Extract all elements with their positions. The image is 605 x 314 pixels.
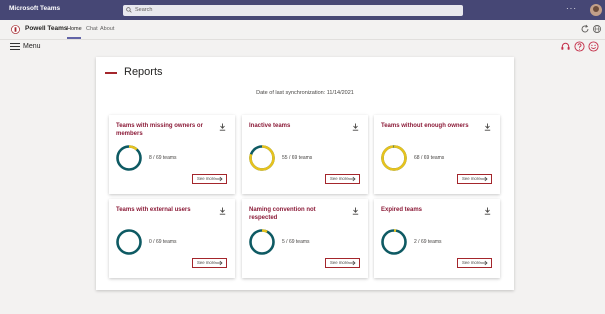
card-title: Teams with missing owners or members: [116, 123, 203, 137]
see-more-label: See more: [330, 176, 349, 181]
card-title: Inactive teams: [249, 123, 291, 129]
see-more-label: See more: [462, 260, 481, 265]
see-more-button[interactable]: See more: [457, 258, 492, 268]
see-more-button[interactable]: See more: [325, 174, 360, 184]
headset-support-icon[interactable]: [560, 41, 571, 52]
see-more-button[interactable]: See more: [457, 174, 492, 184]
powell-logo-icon: [11, 25, 20, 34]
page-title: Reports: [124, 66, 163, 78]
help-icon[interactable]: [574, 41, 585, 52]
team-count-text: 68 / 69 teams: [414, 155, 445, 161]
app-header: Powell Teams Home Chat About: [0, 20, 605, 40]
teams-title-bar: Microsoft Teams Search ···: [0, 0, 605, 20]
see-more-label: See more: [197, 176, 216, 181]
hamburger-menu-icon[interactable]: [10, 43, 20, 51]
team-count-text: 55 / 69 teams: [282, 155, 313, 161]
report-card-naming-convention: Naming convention not respected 5 / 69 te…: [242, 199, 368, 278]
see-more-label: See more: [197, 260, 216, 265]
tab-home[interactable]: Home: [67, 26, 82, 32]
refresh-icon[interactable]: [580, 24, 590, 34]
arrow-right-icon: [480, 176, 488, 182]
more-options-icon[interactable]: ···: [566, 4, 577, 13]
sync-date-text: Date of last synchronization: 11/14/2021: [256, 90, 354, 96]
arrow-right-icon: [480, 260, 488, 266]
see-more-button[interactable]: See more: [325, 258, 360, 268]
report-card-not-enough-owners: Teams without enough owners 68 / 69 teams…: [374, 115, 500, 194]
card-title: Naming convention not respected: [249, 207, 316, 221]
see-more-label: See more: [330, 260, 349, 265]
download-icon[interactable]: [352, 207, 359, 215]
arrow-right-icon: [348, 260, 356, 266]
card-title: Teams with external users: [116, 207, 191, 213]
arrow-right-icon: [215, 260, 223, 266]
see-more-label: See more: [462, 176, 481, 181]
donut-chart: [116, 229, 142, 255]
report-card-missing-owners: Teams with missing owners or members 8 / …: [109, 115, 235, 194]
team-count-text: 2 / 69 teams: [414, 239, 442, 245]
report-card-inactive: Inactive teams 55 / 69 teams See more: [242, 115, 368, 194]
tab-chat[interactable]: Chat: [86, 26, 98, 32]
donut-chart: [381, 145, 407, 171]
donut-chart: [249, 145, 275, 171]
card-title: Teams without enough owners: [381, 123, 469, 129]
see-more-button[interactable]: See more: [192, 174, 227, 184]
team-count-text: 8 / 69 teams: [149, 155, 177, 161]
donut-chart: [249, 229, 275, 255]
team-count-text: 0 / 69 teams: [149, 239, 177, 245]
arrow-right-icon: [348, 176, 356, 182]
tab-about[interactable]: About: [100, 26, 114, 32]
search-input[interactable]: Search: [123, 5, 463, 16]
teams-app-title: Microsoft Teams: [9, 5, 61, 12]
smiley-feedback-icon[interactable]: [588, 41, 599, 52]
active-tab-indicator: [67, 37, 81, 39]
download-icon[interactable]: [484, 207, 491, 215]
report-card-external-users: Teams with external users 0 / 69 teams See…: [109, 199, 235, 278]
search-placeholder: Search: [135, 7, 153, 13]
download-icon[interactable]: [219, 123, 226, 131]
title-accent-bar: [105, 72, 117, 74]
menu-label[interactable]: Menu: [23, 43, 41, 50]
arrow-right-icon: [215, 176, 223, 182]
see-more-button[interactable]: See more: [192, 258, 227, 268]
donut-chart: [116, 145, 142, 171]
team-count-text: 5 / 69 teams: [282, 239, 310, 245]
donut-chart: [381, 229, 407, 255]
menu-bar: Menu: [0, 40, 605, 54]
download-icon[interactable]: [219, 207, 226, 215]
download-icon[interactable]: [484, 123, 491, 131]
avatar[interactable]: [590, 4, 602, 16]
download-icon[interactable]: [352, 123, 359, 131]
globe-icon[interactable]: [592, 24, 602, 34]
reports-panel: Reports Date of last synchronization: 11…: [96, 57, 514, 290]
search-icon: [126, 7, 132, 13]
report-card-expired: Expired teams 2 / 69 teams See more: [374, 199, 500, 278]
app-name: Powell Teams: [25, 25, 68, 32]
card-title: Expired teams: [381, 207, 423, 213]
